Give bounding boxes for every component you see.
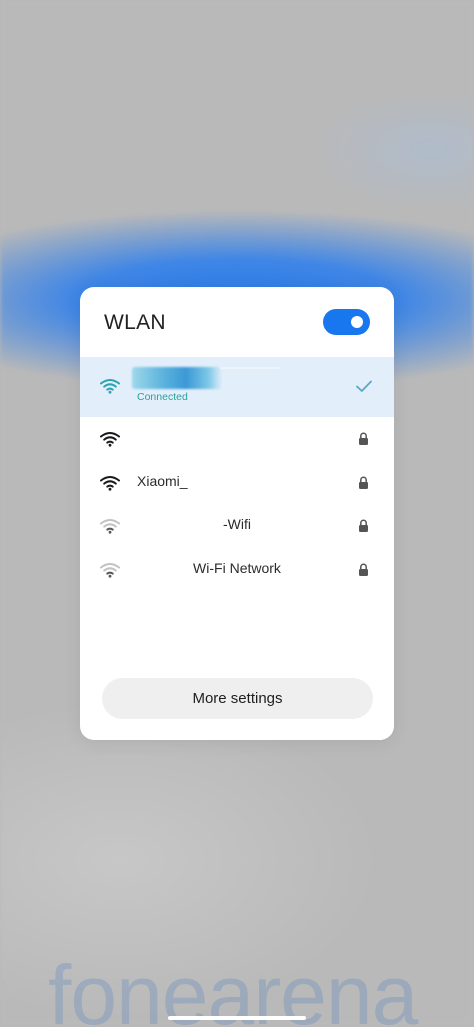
- network-row[interactable]: Wi-Fi Network: [80, 548, 394, 592]
- lock-icon: [359, 432, 368, 445]
- more-settings-button[interactable]: More settings: [102, 678, 373, 719]
- network-ssid: -Wifi: [223, 516, 251, 532]
- network-ssid: Xiaomi_: [137, 473, 188, 489]
- lock-icon: [359, 563, 368, 576]
- wlan-toggle[interactable]: [323, 309, 370, 335]
- connection-status: Connected: [137, 391, 188, 403]
- panel-header: WLAN: [80, 287, 394, 357]
- network-row[interactable]: Xiaomi_: [80, 461, 394, 505]
- wifi-icon: [100, 476, 120, 491]
- network-row[interactable]: [80, 417, 394, 461]
- lock-icon: [359, 519, 368, 532]
- home-indicator[interactable]: [168, 1016, 306, 1020]
- ssid-redacted: [132, 367, 222, 389]
- toggle-knob: [351, 316, 363, 328]
- panel-title: WLAN: [104, 311, 166, 334]
- wlan-panel: WLAN Connected Xiaomi_ -Wifi Wi-Fi Netwo…: [80, 287, 394, 740]
- ssid-redacted-line: [220, 367, 280, 369]
- network-row-connected[interactable]: Connected: [80, 357, 394, 417]
- network-ssid: Wi-Fi Network: [193, 560, 281, 576]
- wifi-icon: [100, 379, 120, 394]
- network-row[interactable]: -Wifi: [80, 504, 394, 548]
- wifi-icon: [100, 432, 120, 447]
- lock-icon: [359, 476, 368, 489]
- check-icon: [356, 380, 372, 392]
